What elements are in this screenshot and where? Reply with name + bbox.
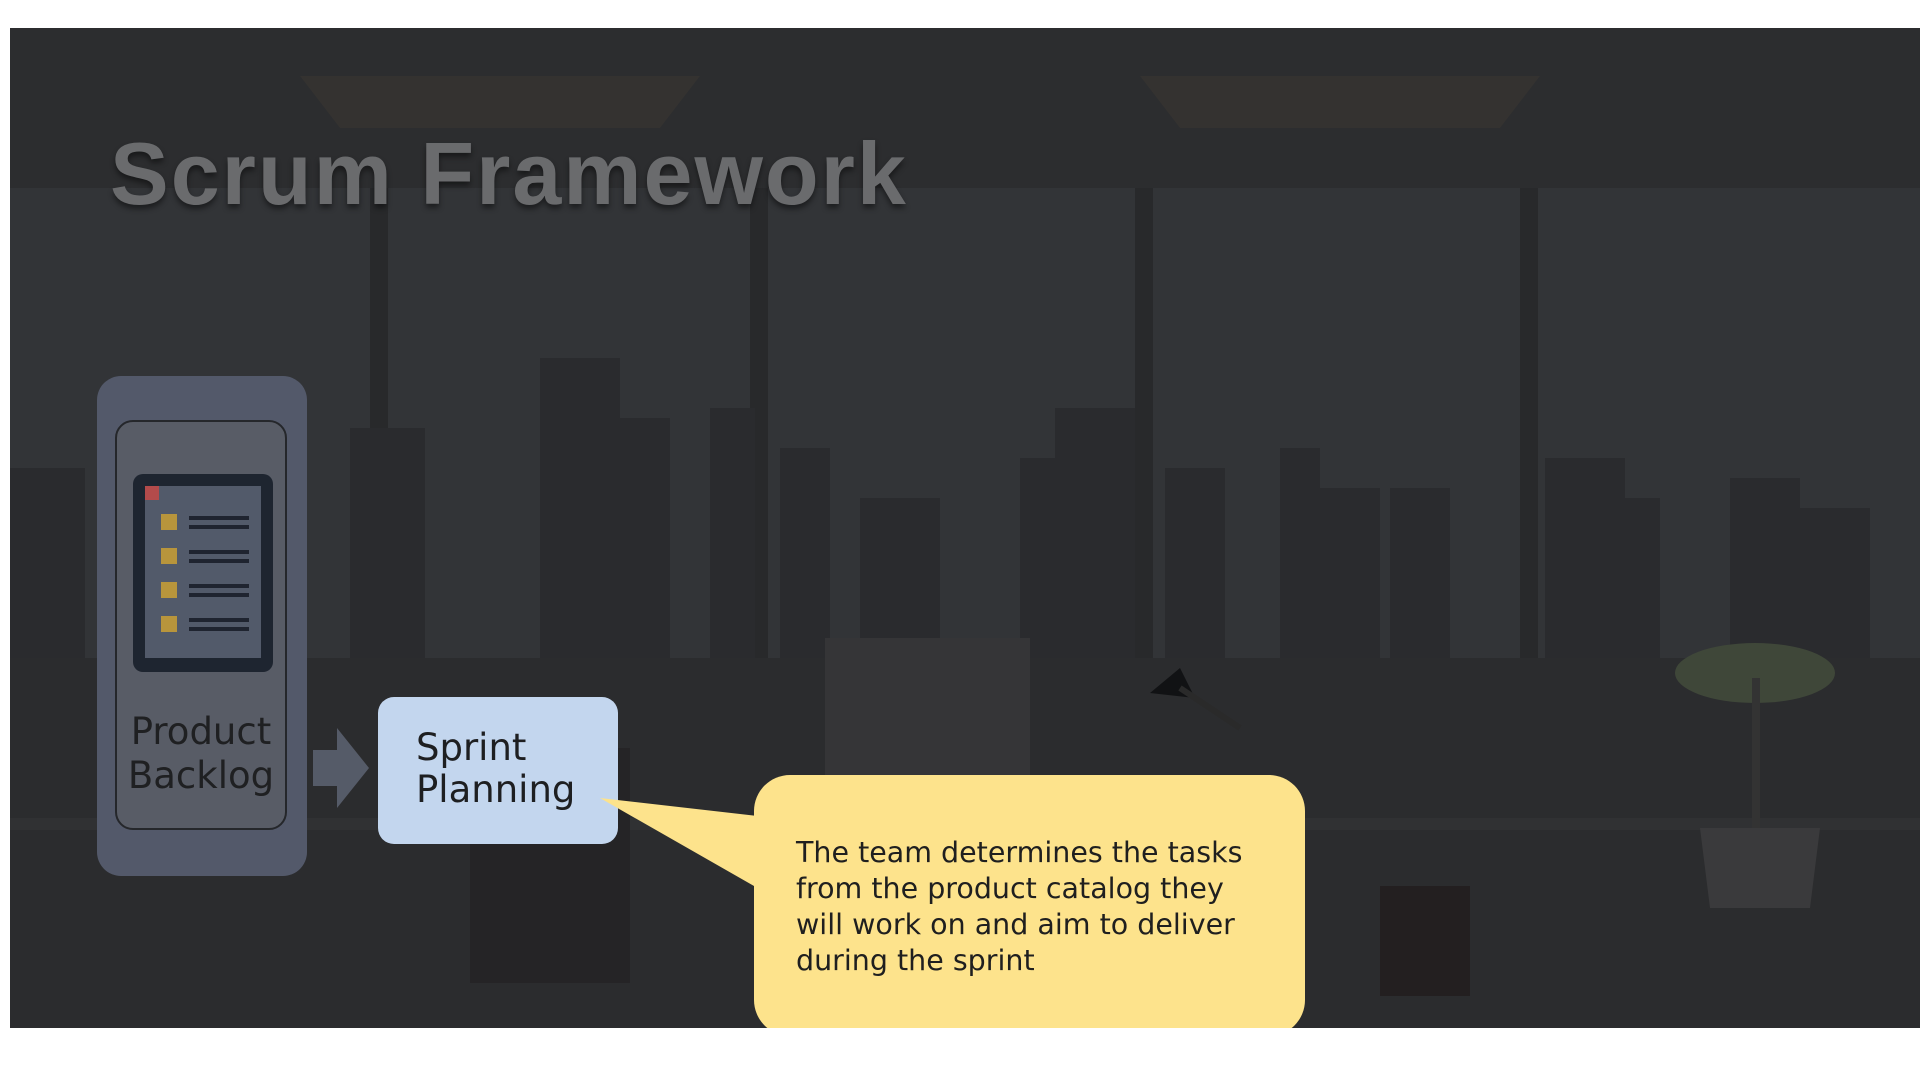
document-list-icon	[133, 474, 273, 672]
product-backlog-inner-card: Product Backlog	[115, 420, 287, 830]
callout-text: The team determines the tasks from the p…	[796, 836, 1243, 977]
sprint-planning-box: Sprint Planning	[378, 697, 618, 844]
callout-bubble: The team determines the tasks from the p…	[754, 775, 1305, 1028]
callout-pointer	[600, 798, 775, 898]
arrow-right-icon	[313, 728, 369, 808]
product-backlog-card: Product Backlog	[97, 376, 307, 876]
sprint-planning-label: Sprint Planning	[416, 726, 576, 811]
product-backlog-label: Product Backlog	[127, 710, 275, 797]
slide-title: Scrum Framework	[110, 124, 908, 223]
slide-canvas: Scrum Framework Product Backlog Sprint P…	[10, 28, 1920, 1028]
